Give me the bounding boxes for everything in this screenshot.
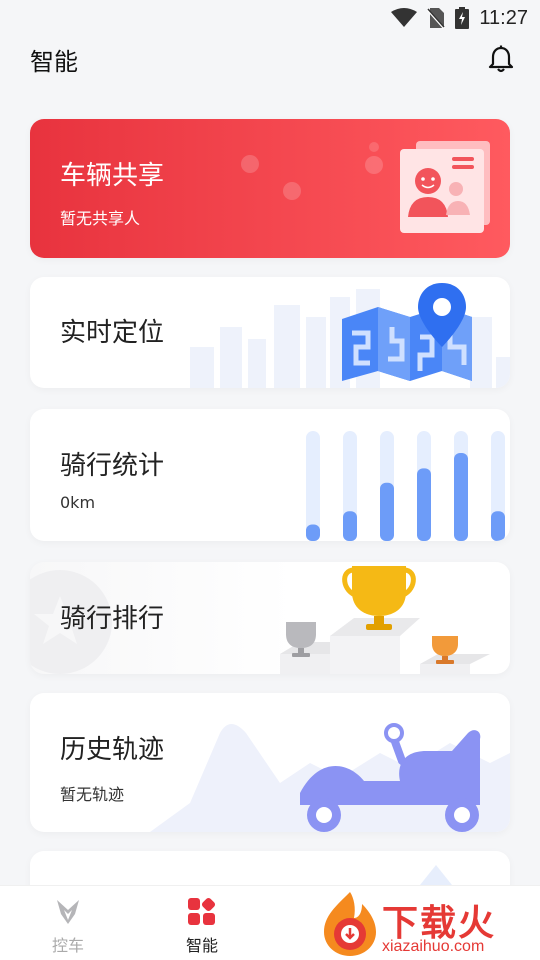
ride-stats-card[interactable]: 骑行统计 0km xyxy=(30,409,510,541)
realtime-location-title: 实时定位 xyxy=(60,318,165,348)
history-track-card[interactable]: 历史轨迹 暂无轨迹 xyxy=(30,693,510,832)
flame-logo-icon xyxy=(324,892,376,956)
stats-bar xyxy=(454,453,468,541)
realtime-location-card[interactable]: 实时定位 xyxy=(30,277,510,388)
battery-charging-icon xyxy=(455,7,470,29)
ride-ranking-card[interactable]: 骑行排行 xyxy=(30,562,510,674)
page-title: 智能 xyxy=(30,47,78,76)
tab-smart-label: 智能 xyxy=(185,936,218,955)
stats-bar xyxy=(306,524,320,541)
status-bar: 11:27 xyxy=(0,0,540,36)
share-illustration xyxy=(241,141,490,233)
app-header: 智能 xyxy=(0,36,540,82)
wifi-icon xyxy=(391,8,418,28)
tab-control[interactable]: 控车 xyxy=(28,896,108,956)
watermark-url: xiazaihuo.com xyxy=(382,938,485,955)
no-sim-icon xyxy=(427,7,446,29)
bell-icon[interactable] xyxy=(486,44,516,74)
stats-bar xyxy=(380,482,394,541)
scooter-illustration xyxy=(150,723,510,832)
history-track-subtitle: 暂无轨迹 xyxy=(60,785,125,804)
map-illustration xyxy=(190,283,510,388)
ride-stats-distance: 0km xyxy=(60,493,96,512)
vehicle-share-subtitle: 暂无共享人 xyxy=(60,209,141,228)
ride-ranking-title: 骑行排行 xyxy=(60,604,165,634)
smart-grid-icon xyxy=(162,896,242,928)
history-track-title: 历史轨迹 xyxy=(60,735,165,765)
watermark-logo: 下载火 xiazaihuo.com xyxy=(318,888,540,960)
stats-bar xyxy=(343,511,357,541)
stats-bar xyxy=(491,511,505,541)
vehicle-share-card[interactable]: 车辆共享 暂无共享人 xyxy=(30,119,510,258)
stats-bar xyxy=(417,468,431,541)
status-time: 11:27 xyxy=(479,6,528,29)
vehicle-share-title: 车辆共享 xyxy=(60,161,165,191)
scooter-logo-icon xyxy=(28,896,108,928)
ride-stats-title: 骑行统计 xyxy=(60,451,165,481)
tab-control-label: 控车 xyxy=(51,936,84,955)
trophy-podium-illustration xyxy=(280,566,490,674)
stats-bar-chart xyxy=(306,431,505,541)
tab-smart[interactable]: 智能 xyxy=(162,896,242,956)
